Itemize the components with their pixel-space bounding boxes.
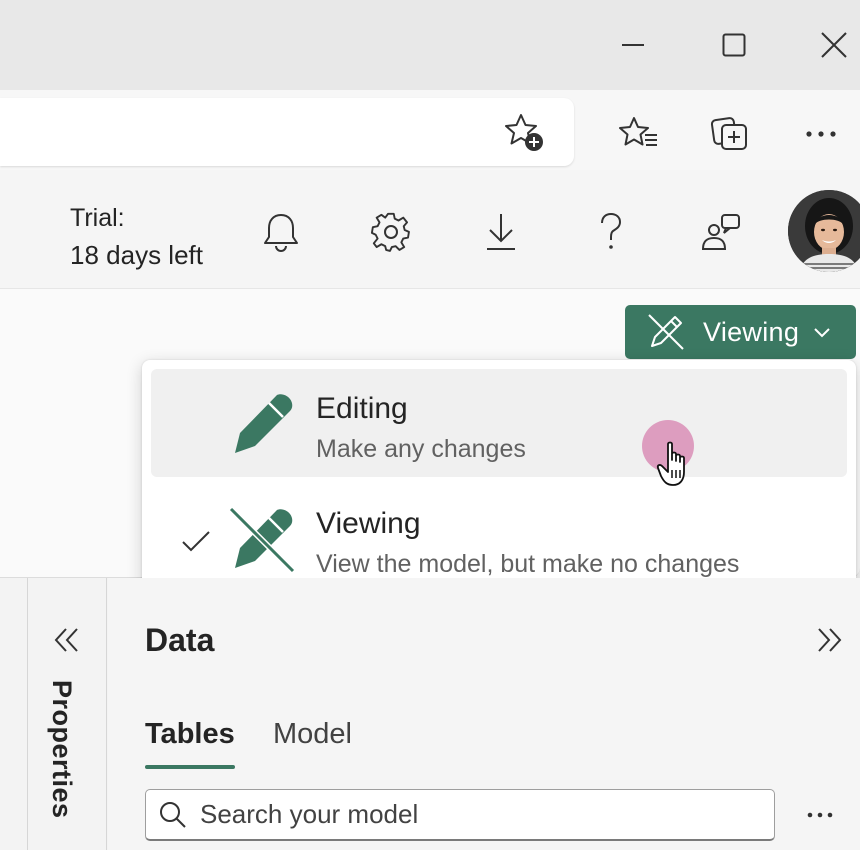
favorites-button[interactable] [614,110,662,158]
user-photo-icon [788,190,860,272]
favorites-list-icon [619,117,657,146]
address-bar[interactable] [0,98,574,166]
browser-more-button[interactable] [797,110,845,158]
download-icon [487,214,515,250]
notifications-button[interactable] [255,206,307,258]
left-edge [0,578,28,850]
feedback-button[interactable] [695,206,747,258]
settings-button[interactable] [365,206,417,258]
chevron-double-right-icon [818,628,842,652]
trial-label: Trial: [70,204,125,232]
search-icon [160,801,186,828]
help-icon [601,212,622,249]
option-description: View the model, but make no changes [316,550,740,578]
gear-icon [370,212,410,252]
trial-days-left: 18 days left [70,240,203,270]
chevron-double-left-icon [54,628,78,652]
collapse-data-pane-button[interactable] [811,622,847,658]
mode-option-viewing[interactable]: Viewing View the model, but make no chan… [151,484,847,592]
option-description: Make any changes [316,435,526,463]
data-pane-title: Data [145,622,215,658]
maximize-icon [722,33,746,57]
tab-tables[interactable]: Tables [145,718,235,751]
hand-pointer-icon [656,441,685,486]
ellipsis-icon [806,131,836,137]
feedback-icon [701,214,740,250]
option-title: Editing [316,392,408,425]
pencil-off-icon [648,314,684,350]
maximize-button[interactable] [711,22,757,68]
add-favorite-button[interactable] [500,108,548,156]
option-title: Viewing [316,507,421,540]
checkmark-icon [182,531,210,552]
star-add-icon [505,114,543,151]
bell-icon [264,214,298,253]
data-more-options-button[interactable] [802,797,838,833]
download-button[interactable] [475,206,527,258]
trial-status: Trial: 18 days left [70,200,203,274]
minimize-button[interactable] [610,22,656,68]
mode-dropdown-button[interactable]: Viewing [625,305,856,359]
properties-label[interactable]: Properties [46,680,77,819]
avatar[interactable] [788,190,860,272]
collections-add-icon [710,117,747,150]
mode-button-label: Viewing [703,316,800,347]
search-box [145,789,775,841]
chevron-down-icon [814,328,830,338]
close-button[interactable] [811,22,857,68]
app-header: Trial: 18 days left [0,170,860,288]
ellipsis-icon [807,812,833,818]
active-tab-indicator [145,765,235,769]
help-button[interactable] [585,206,637,258]
browser-toolbar [0,90,860,170]
pencil-off-icon [228,506,295,574]
expand-properties-button[interactable] [49,622,85,658]
close-icon [821,32,847,58]
window-title-bar [0,0,860,90]
search-input[interactable] [200,799,760,830]
mode-option-editing[interactable]: Editing Make any changes [151,369,847,477]
minimize-icon [622,44,644,46]
tab-model[interactable]: Model [273,718,352,751]
mode-menu: Editing Make any changes Viewing View th… [142,360,856,602]
collections-button[interactable] [706,110,754,158]
pencil-icon [235,394,293,453]
